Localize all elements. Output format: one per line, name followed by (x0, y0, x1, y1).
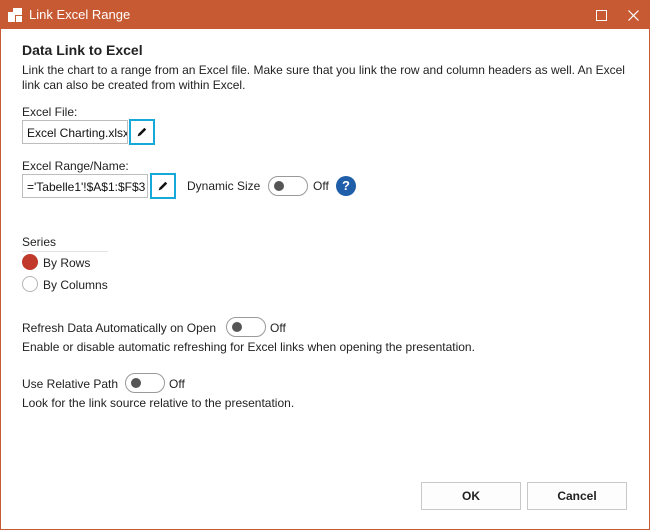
title-bar[interactable]: Link Excel Range (1, 1, 649, 29)
close-button[interactable] (617, 1, 649, 29)
app-logo-icon (7, 7, 23, 23)
section-description: Link the chart to a range from an Excel … (22, 63, 625, 92)
by-rows-label[interactable]: By Rows (43, 256, 90, 270)
pencil-icon (137, 127, 147, 137)
relative-path-state: Off (169, 377, 185, 391)
refresh-description: Enable or disable automatic refreshing f… (22, 340, 475, 354)
series-label: Series (22, 235, 57, 249)
refresh-state: Off (270, 321, 286, 335)
toggle-knob (131, 378, 141, 388)
edit-excel-range-button[interactable] (150, 173, 176, 199)
dynamic-size-label: Dynamic Size (187, 179, 261, 193)
excel-range-input[interactable]: ='Tabelle1'!$A$1:$F$3 (22, 174, 148, 198)
close-icon (627, 9, 639, 21)
pencil-icon (158, 181, 168, 191)
minimize-button[interactable] (585, 1, 617, 29)
help-icon[interactable]: ? (336, 176, 356, 196)
section-heading: Data Link to Excel (22, 42, 143, 58)
toggle-knob (274, 181, 284, 191)
excel-range-label: Excel Range/Name: (22, 159, 129, 173)
refresh-toggle[interactable] (226, 317, 266, 337)
by-columns-label[interactable]: By Columns (43, 278, 108, 292)
ok-button[interactable]: OK (421, 482, 521, 510)
toggle-knob (232, 322, 242, 332)
excel-file-label: Excel File: (22, 105, 78, 119)
series-divider (22, 251, 108, 252)
relative-path-description: Look for the link source relative to the… (22, 396, 295, 410)
link-excel-range-dialog: Link Excel Range Data Link to Excel Link… (0, 0, 650, 530)
by-rows-radio[interactable] (22, 254, 38, 270)
relative-path-toggle[interactable] (125, 373, 165, 393)
dynamic-size-toggle[interactable] (268, 176, 308, 196)
window-title: Link Excel Range (29, 7, 131, 22)
minimize-icon (595, 9, 607, 21)
excel-file-input[interactable]: Excel Charting.xlsx (22, 120, 128, 144)
cancel-button[interactable]: Cancel (527, 482, 627, 510)
dynamic-size-state: Off (313, 179, 329, 193)
relative-path-label: Use Relative Path (22, 377, 119, 391)
edit-excel-file-button[interactable] (129, 119, 155, 145)
by-columns-radio[interactable] (22, 276, 38, 292)
refresh-label: Refresh Data Automatically on Open (22, 321, 217, 335)
